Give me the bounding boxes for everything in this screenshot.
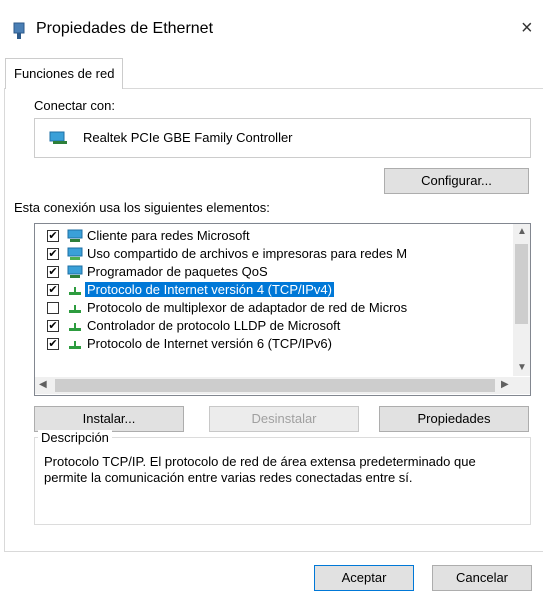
checkbox[interactable]: ✔ [47,266,59,278]
checkbox[interactable]: ✔ [47,284,59,296]
uninstall-button[interactable]: Desinstalar [209,406,359,432]
checkbox[interactable]: ✔ [47,230,59,242]
protocol-icon [67,283,83,297]
list-item-label: Protocolo de Internet versión 6 (TCP/IPv… [87,336,332,351]
list-item[interactable]: Protocolo de multiplexor de adaptador de… [35,299,530,317]
vertical-scroll-thumb[interactable] [515,244,528,324]
network-adapter-icon [49,131,69,145]
scroll-left-icon[interactable]: ◀ [39,379,47,390]
configure-button[interactable]: Configurar... [384,168,529,194]
list-item[interactable]: ✔ Controlador de protocolo LLDP de Micro… [35,317,530,335]
qos-scheduler-icon [67,265,83,279]
components-list[interactable]: ✔ Cliente para redes Microsoft ✔ Uso com… [34,223,531,396]
ethernet-properties-icon [12,22,26,40]
list-item-selected[interactable]: ✔ Protocolo de Internet versión 4 (TCP/I… [35,281,530,299]
ok-button[interactable]: Aceptar [314,565,414,591]
install-button[interactable]: Instalar... [34,406,184,432]
adapter-box: Realtek PCIe GBE Family Controller [34,118,531,158]
horizontal-scrollbar[interactable]: ◀ ▶ [35,377,530,394]
list-item[interactable]: ✔ Uso compartido de archivos e impresora… [35,245,530,263]
list-item-label: Uso compartido de archivos e impresoras … [87,246,408,261]
items-label: Esta conexión usa los siguientes element… [14,200,270,215]
checkbox[interactable] [47,302,59,314]
list-item-label: Protocolo de Internet versión 4 (TCP/IPv… [85,282,334,297]
vertical-scrollbar[interactable]: ▲ ▼ [513,224,530,376]
cancel-button[interactable]: Cancelar [432,565,532,591]
list-item-label: Protocolo de multiplexor de adaptador de… [87,300,408,315]
list-item-label: Controlador de protocolo LLDP de Microso… [87,318,341,333]
list-item[interactable]: ✔ Protocolo de Internet versión 6 (TCP/I… [35,335,530,353]
description-text: Protocolo TCP/IP. El protocolo de red de… [44,454,476,485]
scroll-right-icon[interactable]: ▶ [501,379,509,390]
connect-with-label: Conectar con: [34,98,115,113]
list-item[interactable]: ✔ Cliente para redes Microsoft [35,227,530,245]
checkbox[interactable]: ✔ [47,248,59,260]
protocol-icon [67,301,83,315]
properties-button[interactable]: Propiedades [379,406,529,432]
checkbox[interactable]: ✔ [47,338,59,350]
scroll-down-icon[interactable]: ▼ [517,362,527,373]
network-client-icon [67,229,83,243]
list-item[interactable]: ✔ Programador de paquetes QoS [35,263,530,281]
list-item-label: Cliente para redes Microsoft [87,228,250,243]
list-item-label: Programador de paquetes QoS [87,264,268,279]
close-button[interactable]: × [521,18,533,38]
dialog-title: Propiedades de Ethernet [36,20,214,37]
adapter-name: Realtek PCIe GBE Family Controller [83,130,293,145]
description-legend: Descripción [38,430,112,445]
horizontal-scroll-thumb[interactable] [55,379,495,392]
protocol-icon [67,319,83,333]
tab-funciones-de-red[interactable]: Funciones de red [5,58,124,89]
protocol-icon [67,337,83,351]
checkbox[interactable]: ✔ [47,320,59,332]
scroll-up-icon[interactable]: ▲ [517,226,527,237]
file-sharing-icon [67,247,83,261]
